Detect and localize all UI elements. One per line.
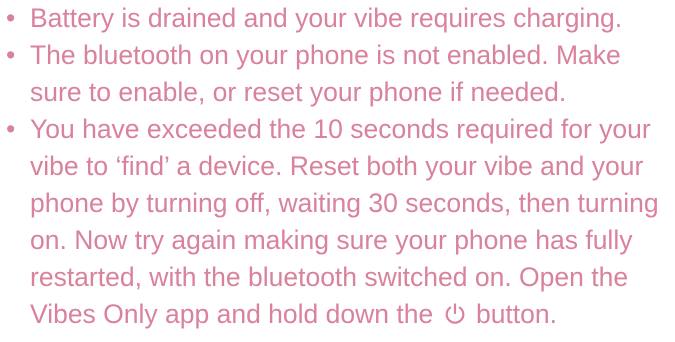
list-item-text: You have exceeded the 10 seconds require… [30,114,659,329]
list-item: • You have exceeded the 10 seconds requi… [0,111,675,333]
list-item-text: Battery is drained and your vibe require… [30,3,623,33]
bullet-marker: • [6,3,16,33]
list-item: • The bluetooth on your phone is not ena… [0,37,675,111]
bullet-marker: • [6,40,16,70]
power-icon [443,302,467,326]
list-item: • Battery is drained and your vibe requi… [0,0,675,37]
bullet-marker: • [6,114,16,144]
troubleshooting-list: • Battery is drained and your vibe requi… [0,0,675,333]
list-item-text-end: button. [475,299,557,329]
list-item-text: The bluetooth on your phone is not enabl… [30,40,621,107]
